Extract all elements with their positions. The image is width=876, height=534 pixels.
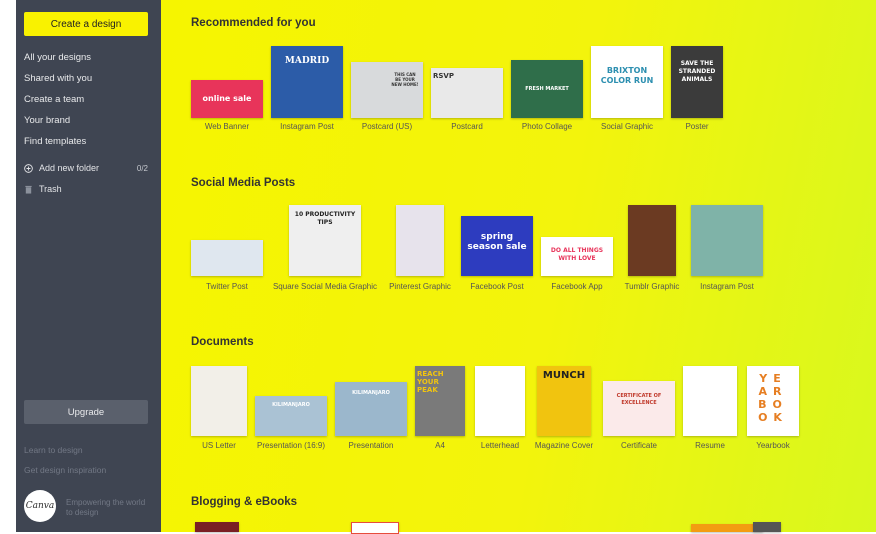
plus-circle-icon [24, 163, 33, 173]
add-folder-item[interactable]: Add new folder 0/2 [24, 163, 148, 173]
template-label-a4[interactable]: A4 [435, 441, 445, 450]
thumb-text: REACH YOUR PEAK [417, 370, 444, 394]
learn-design-link[interactable]: Learn to design [24, 445, 83, 455]
nav-find-templates[interactable]: Find templates [24, 136, 86, 147]
template-thumb-social-graphic[interactable]: BRIXTON COLOR RUN [591, 46, 663, 118]
template-label-instagram-post[interactable]: Instagram Post [280, 122, 334, 131]
template-label-facebook-app[interactable]: Facebook App [551, 282, 602, 291]
template-label-web-banner[interactable]: Web Banner [205, 122, 249, 131]
template-thumb-resume[interactable] [683, 366, 737, 436]
section-title-documents: Documents [191, 336, 254, 348]
template-thumb-a4[interactable]: REACH YOUR PEAK [415, 366, 465, 436]
nav-your-brand[interactable]: Your brand [24, 115, 70, 126]
thumb-text: THIS CAN BE YOUR NEW HOME! [391, 72, 419, 87]
thumb-text: RSVP [433, 72, 454, 80]
template-thumb-presentation[interactable]: KILIMANJARO [335, 382, 407, 436]
template-label-square-social[interactable]: Square Social Media Graphic [273, 282, 377, 291]
thumb-text: YEARBOOK [758, 372, 788, 424]
template-label-pinterest-graphic[interactable]: Pinterest Graphic [389, 282, 451, 291]
template-label-postcard[interactable]: Postcard [451, 122, 483, 131]
template-label-us-letter[interactable]: US Letter [202, 441, 236, 450]
template-label-resume[interactable]: Resume [695, 441, 725, 450]
template-thumb-photo-collage[interactable]: FRESH MARKET [511, 60, 583, 118]
template-thumb-poster[interactable]: SAVE THE STRANDED ANIMALS [671, 46, 723, 118]
template-label-poster[interactable]: Poster [685, 122, 708, 131]
thumb-text: FRESH MARKET [525, 86, 569, 92]
template-label-certificate[interactable]: Certificate [621, 441, 657, 450]
thumb-text: SAVE THE STRANDED ANIMALS [678, 60, 716, 83]
sidebar: Create a design All your designs Shared … [16, 0, 161, 532]
template-thumb-postcard-us[interactable]: THIS CAN BE YOUR NEW HOME! [351, 62, 423, 118]
template-thumb-postcard[interactable]: RSVP [431, 68, 503, 118]
template-thumb-letterhead[interactable] [475, 366, 525, 436]
template-thumb-certificate[interactable]: CERTIFICATE OF EXCELLENCE [603, 381, 675, 436]
thumb-text: spring season sale [467, 232, 527, 252]
thumb-text: KILIMANJARO [272, 402, 310, 408]
template-label-instagram-post-2[interactable]: Instagram Post [700, 282, 754, 291]
template-thumb-blog-4[interactable] [753, 522, 781, 532]
template-thumb-instagram-post-2[interactable] [691, 205, 763, 276]
template-label-photo-collage[interactable]: Photo Collage [522, 122, 572, 131]
create-design-button[interactable]: Create a design [24, 12, 148, 36]
template-label-presentation[interactable]: Presentation [349, 441, 394, 450]
canva-logo[interactable]: Canva [24, 490, 56, 522]
template-gallery: Recommended for you Social Media Posts D… [161, 0, 876, 534]
template-label-tumblr-graphic[interactable]: Tumblr Graphic [625, 282, 680, 291]
template-label-facebook-post[interactable]: Facebook Post [470, 282, 523, 291]
template-thumb-square-social[interactable]: 10 PRODUCTIVITY TIPS [289, 205, 361, 276]
template-thumb-instagram-post[interactable]: MADRID [271, 46, 343, 118]
template-thumb-tumblr-graphic[interactable] [628, 205, 676, 276]
template-label-twitter-post[interactable]: Twitter Post [206, 282, 248, 291]
tagline: Empowering the world to design [66, 498, 146, 517]
template-label-social-graphic[interactable]: Social Graphic [601, 122, 653, 131]
template-thumb-web-banner[interactable]: online sale [191, 80, 263, 118]
thumb-text: BRIXTON COLOR RUN [600, 66, 654, 85]
thumb-text: DO ALL THINGS WITH LOVE [550, 247, 604, 262]
section-title-recommended: Recommended for you [191, 17, 316, 29]
design-inspiration-link[interactable]: Get design inspiration [24, 465, 106, 475]
nav-all-designs[interactable]: All your designs [24, 52, 91, 63]
nav-shared-with-you[interactable]: Shared with you [24, 73, 92, 84]
template-label-yearbook[interactable]: Yearbook [756, 441, 790, 450]
template-thumb-twitter-post[interactable] [191, 240, 263, 276]
thumb-text: 10 PRODUCTIVITY TIPS [294, 211, 356, 226]
template-label-postcard-us[interactable]: Postcard (US) [362, 122, 412, 131]
folder-count: 0/2 [136, 163, 148, 173]
canva-home: Create a design All your designs Shared … [0, 0, 876, 534]
thumb-text: MADRID [284, 56, 330, 66]
trash-icon [25, 185, 32, 194]
thumb-text: online sale [202, 94, 252, 103]
template-label-presentation-16-9[interactable]: Presentation (16:9) [257, 441, 325, 450]
thumb-text: KILIMANJARO [352, 390, 390, 396]
template-label-magazine-cover[interactable]: Magazine Cover [535, 441, 593, 450]
section-title-blogging: Blogging & eBooks [191, 496, 298, 508]
template-thumb-us-letter[interactable] [191, 366, 247, 436]
template-label-letterhead[interactable]: Letterhead [481, 441, 519, 450]
thumb-text: CERTIFICATE OF EXCELLENCE [616, 393, 662, 406]
template-thumb-presentation-16-9[interactable]: KILIMANJARO [255, 396, 327, 436]
template-thumb-blog-1[interactable] [195, 522, 239, 532]
nav-create-team[interactable]: Create a team [24, 94, 84, 105]
template-thumb-facebook-post[interactable]: spring season sale [461, 216, 533, 276]
add-folder-label: Add new folder [39, 163, 100, 173]
section-title-social-media: Social Media Posts [191, 177, 296, 189]
trash-item[interactable]: Trash [24, 184, 148, 194]
template-thumb-blog-2[interactable] [351, 522, 399, 534]
thumb-text: MUNCH [542, 370, 586, 381]
trash-label: Trash [39, 184, 62, 194]
upgrade-button[interactable]: Upgrade [24, 400, 148, 424]
template-thumb-magazine-cover[interactable]: MUNCH [537, 366, 591, 436]
template-thumb-facebook-app[interactable]: DO ALL THINGS WITH LOVE [541, 237, 613, 276]
template-thumb-pinterest-graphic[interactable] [396, 205, 444, 276]
template-thumb-yearbook[interactable]: YEARBOOK [747, 366, 799, 436]
